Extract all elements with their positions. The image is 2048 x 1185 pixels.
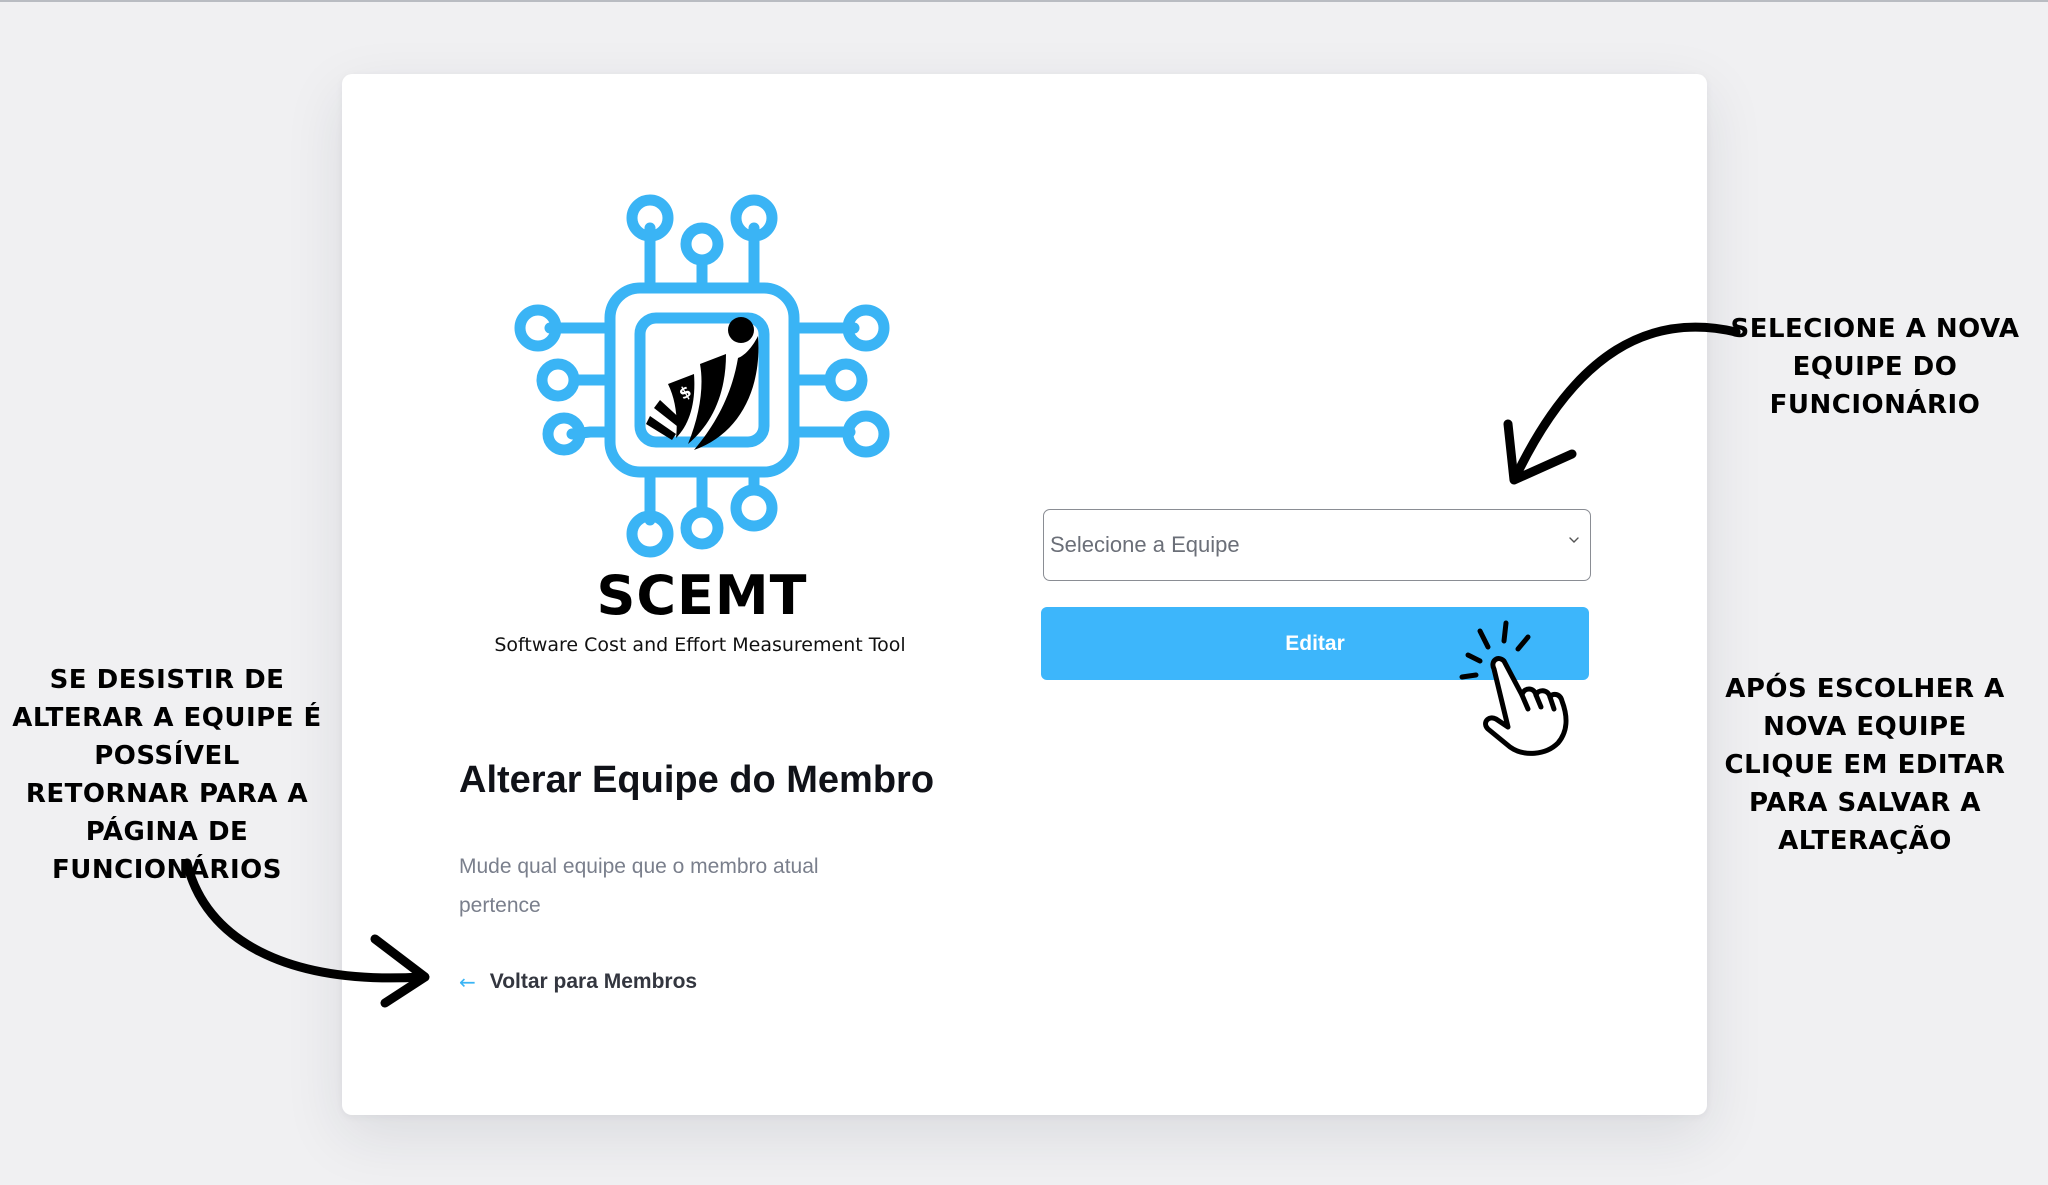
brand-name: SCEMT	[596, 564, 808, 627]
team-select[interactable]: Selecione a Equipe	[1043, 509, 1591, 581]
back-annotation: SE DESISTIR DE ALTERAR A EQUIPE É POSSÍV…	[12, 665, 322, 885]
page-description: Mude qual equipe que o membro atual pert…	[459, 855, 819, 917]
back-link-label: Voltar para Membros	[489, 970, 698, 993]
curved-arrow-to-select-icon	[1503, 322, 1741, 485]
brand-tagline: Software Cost and Effort Measurement Too…	[494, 634, 906, 656]
circuit-chip-logo-icon: $	[514, 194, 890, 558]
back-to-members-link[interactable]: ← Voltar para Membros	[459, 970, 697, 994]
team-select-placeholder: Selecione a Equipe	[1050, 532, 1240, 557]
arrow-left-icon: ←	[459, 970, 476, 994]
curved-arrow-to-back-link-icon	[182, 858, 430, 1008]
click-hand-icon	[1459, 620, 1569, 756]
chevron-down-icon	[1569, 537, 1579, 543]
page-title: Alterar Equipe do Membro	[459, 759, 935, 801]
edit-annotation: APÓS ESCOLHER A NOVA EQUIPE CLIQUE EM ED…	[1724, 674, 2006, 856]
select-team-annotation: SELECIONE A NOVA EQUIPE DO FUNCIONÁRIO	[1730, 314, 2020, 420]
